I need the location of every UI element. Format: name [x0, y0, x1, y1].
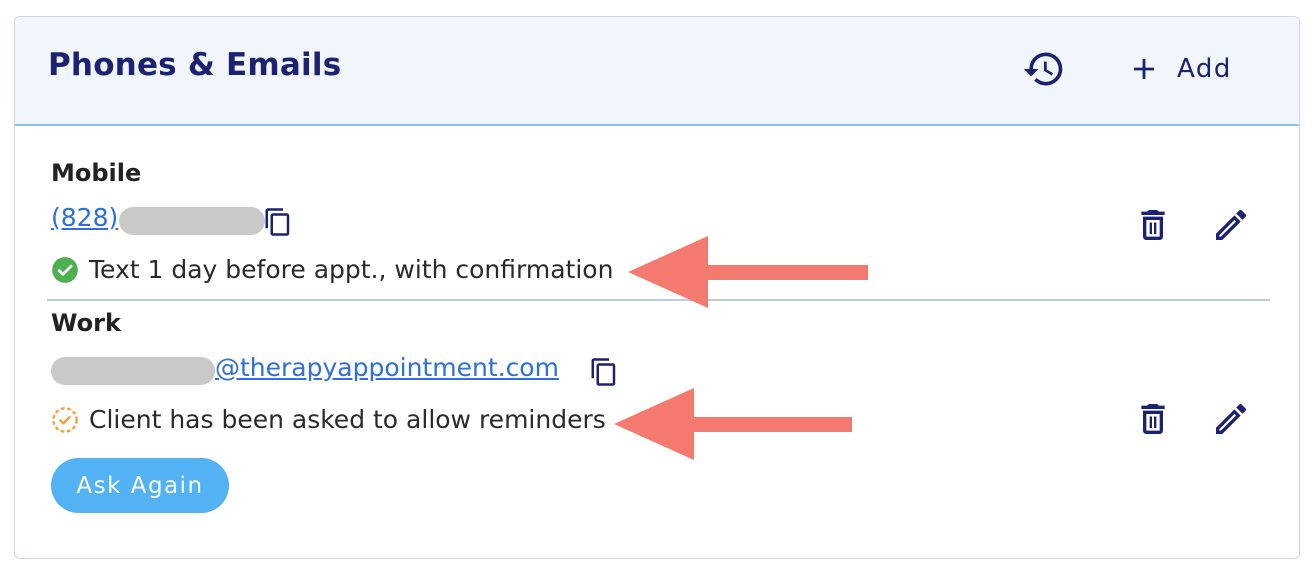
check-circle-icon [52, 256, 78, 283]
phone-area-code: (828) [51, 203, 119, 232]
pencil-icon [1216, 209, 1247, 240]
trash-icon [1141, 210, 1165, 240]
card-title: Phones & Emails [48, 47, 342, 83]
add-button[interactable]: Add [1127, 47, 1232, 91]
delete-work-button[interactable] [1131, 397, 1175, 441]
work-status-text: Client has been asked to allow reminders [89, 405, 606, 434]
trash-icon [1141, 404, 1165, 434]
entry-type-mobile: Mobile [51, 159, 142, 187]
pending-circle-icon [52, 406, 78, 433]
edit-work-button[interactable] [1209, 397, 1253, 441]
work-reminder-status: Client has been asked to allow reminders [51, 405, 606, 434]
history-button[interactable] [1020, 45, 1068, 93]
redacted-email-user [51, 357, 215, 385]
copy-icon[interactable] [263, 205, 293, 239]
mobile-reminder-status: Text 1 day before appt., with confirmati… [51, 255, 613, 284]
redacted-phone-number [119, 207, 265, 235]
annotation-arrow-icon [614, 388, 852, 460]
pencil-icon [1216, 403, 1247, 434]
edit-mobile-button[interactable] [1209, 203, 1253, 247]
card-header: Phones & Emails Add [15, 17, 1299, 126]
mobile-status-text: Text 1 day before appt., with confirmati… [89, 255, 614, 284]
email-domain: @therapyappointment.com [215, 353, 559, 382]
plus-icon [1134, 59, 1154, 79]
annotation-arrow-icon [628, 236, 868, 308]
mobile-phone-link[interactable]: (828) [51, 203, 118, 232]
work-email-link[interactable]: @therapyappointment.com [215, 353, 559, 382]
ask-again-button[interactable]: Ask Again [51, 458, 229, 513]
add-label: Add [1177, 54, 1232, 84]
history-icon [1023, 52, 1063, 86]
delete-mobile-button[interactable] [1131, 203, 1175, 247]
entry-type-work: Work [51, 309, 121, 337]
